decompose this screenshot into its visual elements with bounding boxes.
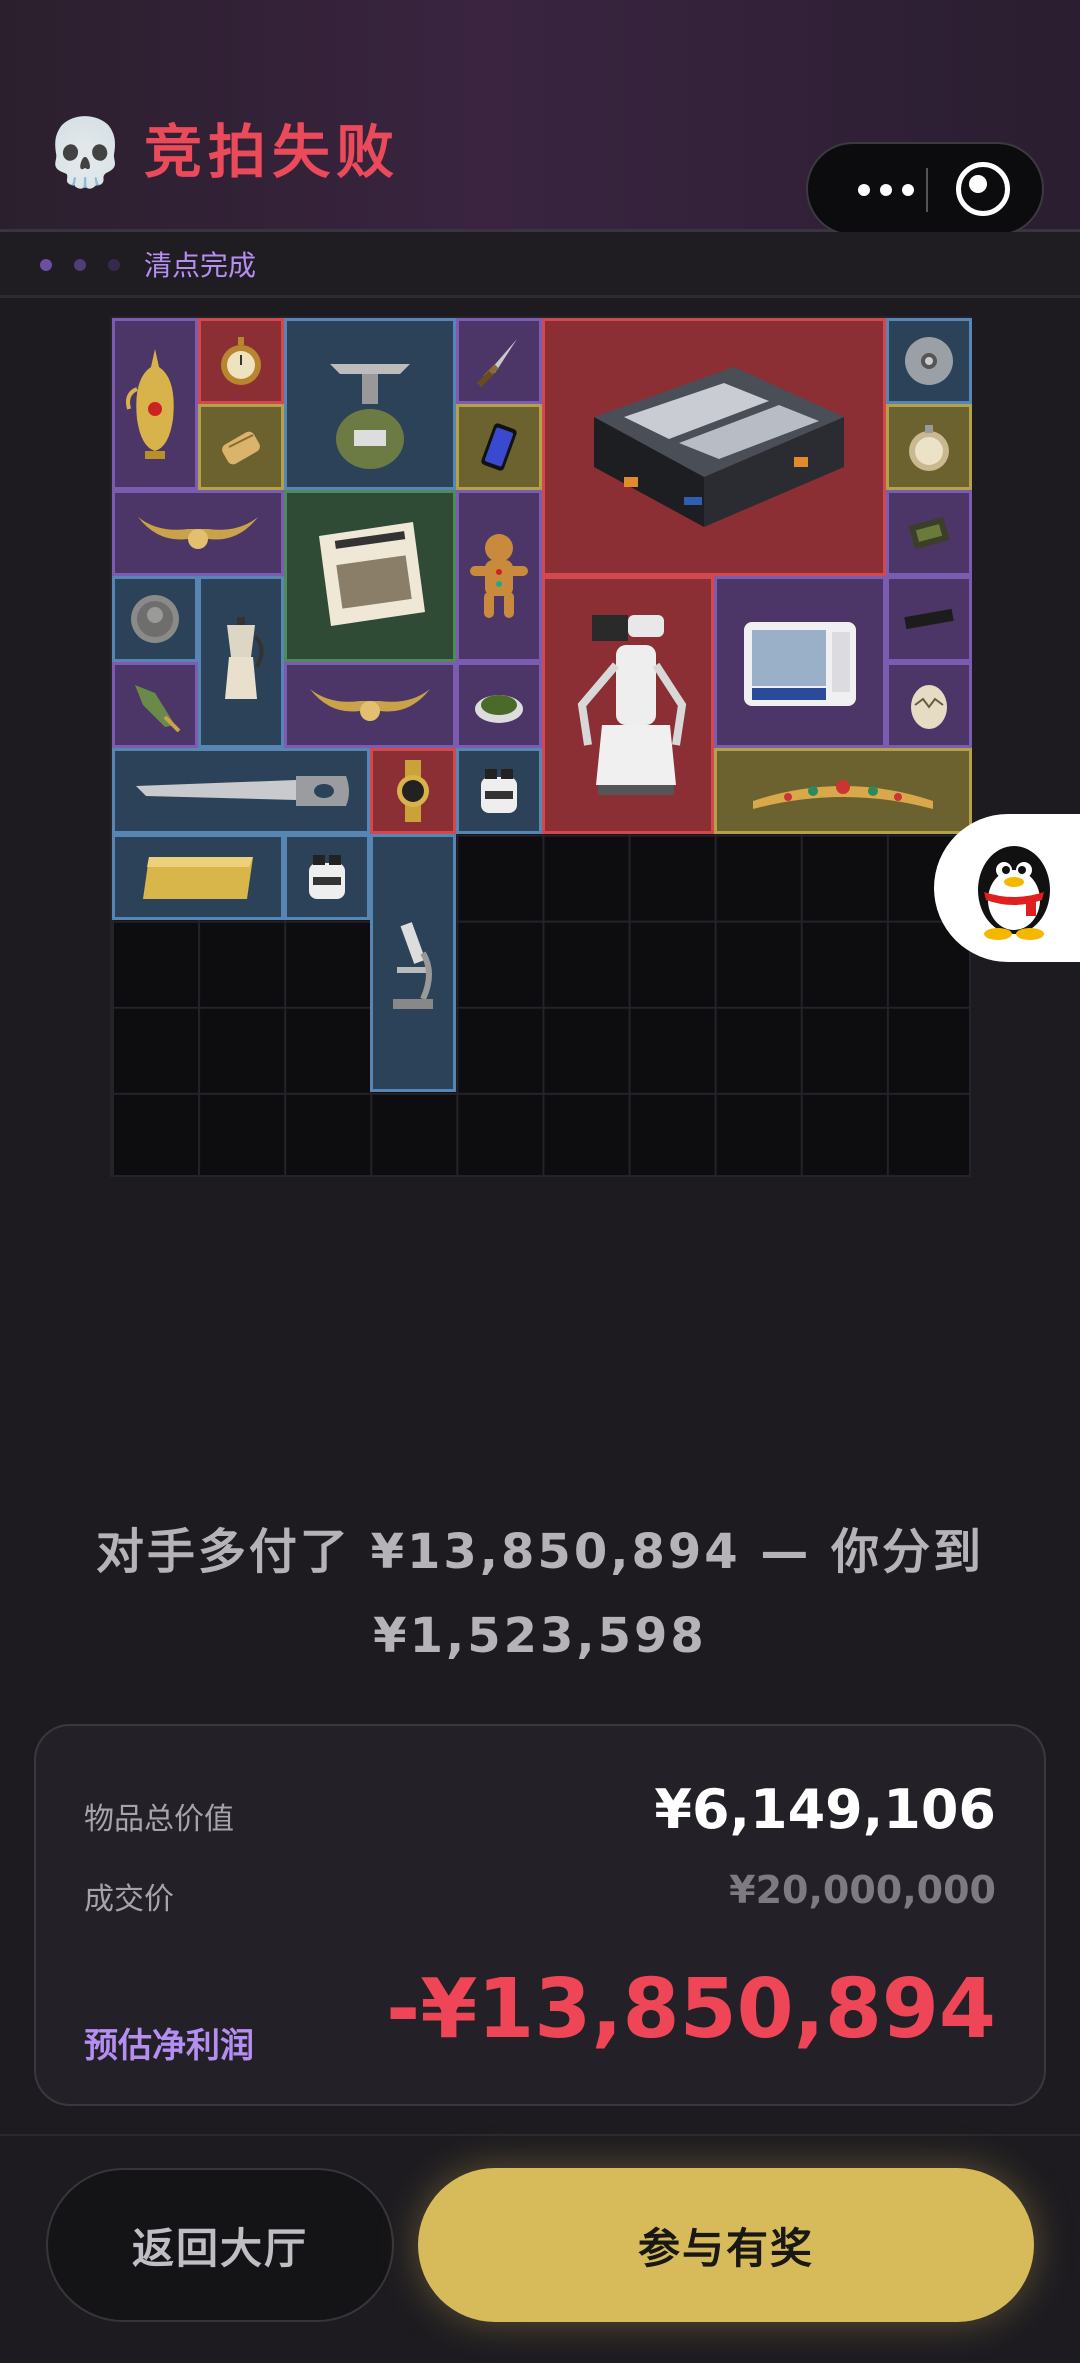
- progress-dot: [74, 259, 86, 271]
- net-profit-value: -¥13,850,894: [386, 1962, 996, 2057]
- deal-price-label: 成交价: [84, 1882, 174, 1917]
- brass-cylinder-item[interactable]: [198, 404, 284, 490]
- horned-ornament-item[interactable]: [112, 490, 284, 576]
- sample-jar-item[interactable]: [456, 748, 542, 834]
- status-bar: 清点完成: [0, 232, 1080, 298]
- progress-dot: [108, 259, 120, 271]
- result-summary: 对手多付了 ¥13,850,894 — 你分到 ¥1,523,598: [60, 1510, 1020, 1678]
- miniprogram-capsule: [806, 142, 1044, 236]
- armored-case-item[interactable]: [542, 318, 886, 576]
- deal-price-value: ¥20,000,000: [729, 1868, 996, 1912]
- newspaper-item[interactable]: [284, 490, 456, 662]
- smartphone-item[interactable]: [456, 404, 542, 490]
- dagger-item[interactable]: [456, 318, 542, 404]
- horned-ornament-2-item[interactable]: [284, 662, 456, 748]
- spear-tip-item[interactable]: [112, 662, 198, 748]
- gold-bar-item[interactable]: [112, 834, 284, 920]
- capsule-divider: [926, 168, 928, 212]
- gold-watch-item[interactable]: [370, 748, 456, 834]
- lab-incubator-item[interactable]: [714, 576, 886, 748]
- join-reward-button[interactable]: 参与有奖: [418, 2168, 1034, 2322]
- net-profit-label: 预估净利润: [84, 2026, 254, 2066]
- status-text: 清点完成: [144, 249, 257, 282]
- skull-icon: 💀: [44, 114, 127, 191]
- gingerbread-man-item[interactable]: [456, 490, 542, 662]
- camping-stove-item[interactable]: [284, 318, 456, 490]
- jeweled-tiara-item[interactable]: [714, 748, 972, 834]
- ancient-coin-item[interactable]: [112, 576, 198, 662]
- footer-divider: [0, 2134, 1080, 2136]
- more-dots-icon[interactable]: [838, 144, 924, 234]
- back-to-lobby-button[interactable]: 返回大厅: [46, 2168, 394, 2322]
- pocket-watch-item[interactable]: [198, 318, 284, 404]
- herb-dish-item[interactable]: [456, 662, 542, 748]
- value-card: 物品总价值 ¥6,149,106 成交价 ¥20,000,000 预估净利润 -…: [34, 1724, 1046, 2106]
- hand-saw-item[interactable]: [112, 748, 370, 834]
- service-robot-item[interactable]: [542, 576, 714, 834]
- summary-line-2: ¥1,523,598: [373, 1608, 707, 1664]
- progress-dot: [40, 259, 52, 271]
- summary-line-1: 对手多付了 ¥13,850,894 — 你分到: [95, 1524, 985, 1580]
- moka-pot-item[interactable]: [198, 576, 284, 748]
- total-value-label: 物品总价值: [84, 1802, 234, 1837]
- total-value: ¥6,149,106: [654, 1778, 996, 1841]
- silver-disc-item[interactable]: [886, 318, 972, 404]
- target-circle-icon[interactable]: [956, 162, 1010, 216]
- sample-jar-2-item[interactable]: [284, 834, 370, 920]
- inventory-grid: [110, 316, 972, 1177]
- microscope-item[interactable]: [370, 834, 456, 1092]
- compass-item[interactable]: [886, 404, 972, 490]
- black-bar-item[interactable]: [886, 576, 972, 662]
- circuit-chip-item[interactable]: [886, 490, 972, 576]
- gold-ewer-item[interactable]: [112, 318, 198, 490]
- page-title: 竞拍失败: [144, 118, 401, 186]
- cracked-egg-item[interactable]: [886, 662, 972, 748]
- qq-penguin-icon[interactable]: [934, 814, 1080, 962]
